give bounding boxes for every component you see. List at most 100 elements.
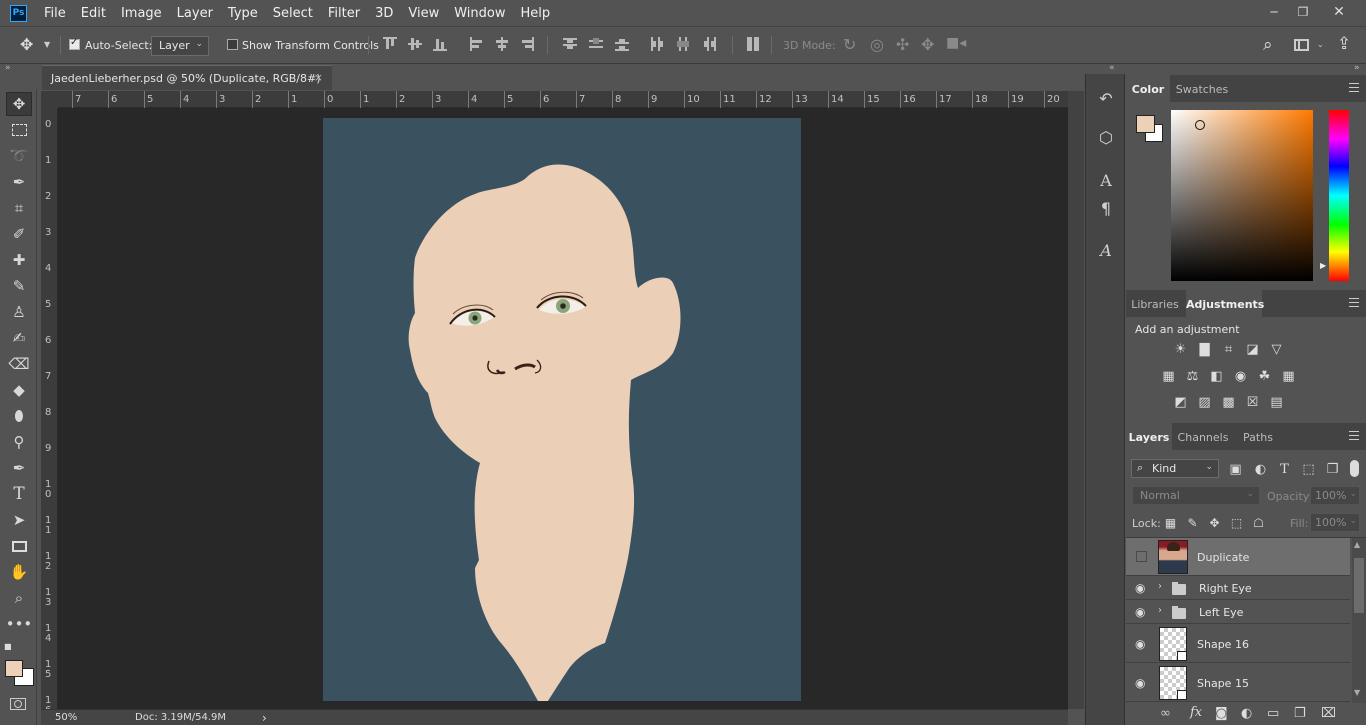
zoom-tool-icon[interactable]: ⌕ (6, 586, 32, 610)
menu-3d[interactable]: 3D (375, 6, 393, 21)
vibrance-icon[interactable]: ▽ (1268, 341, 1285, 357)
filter-pixel-icon[interactable]: ▣ (1227, 461, 1244, 477)
menu-window[interactable]: Window (454, 6, 505, 21)
paragraph-icon[interactable]: ¶ (1095, 197, 1117, 219)
layer-row-shape-16[interactable]: ◉ Shape 16 (1126, 625, 1350, 663)
new-adjustment-layer-icon[interactable]: ◐ (1241, 706, 1252, 721)
status-menu-arrow[interactable]: › (262, 711, 267, 725)
pen-tool-icon[interactable]: ✒ (6, 456, 32, 480)
chevron-right-icon[interactable]: › (1158, 581, 1162, 592)
link-layers-icon[interactable]: ∞ (1160, 706, 1171, 721)
color-balance-icon[interactable]: ⚖ (1184, 368, 1201, 384)
close-tab-icon[interactable]: × (314, 71, 323, 84)
layer-name[interactable]: Left Eye (1199, 606, 1243, 619)
layer-name[interactable]: Shape 16 (1197, 638, 1249, 651)
search-icon[interactable]: ⌕ (1263, 35, 1273, 55)
document-canvas[interactable] (323, 118, 801, 701)
scroll-up-icon[interactable]: ▲ (1354, 540, 1360, 549)
align-right-icon[interactable] (520, 37, 534, 51)
eraser-tool-icon[interactable]: ⌫ (6, 352, 32, 376)
lock-pixels-icon[interactable]: ✎ (1184, 515, 1201, 531)
lock-transparent-icon[interactable]: ▦ (1162, 515, 1179, 531)
auto-select-dropdown[interactable]: Layer ⌄ (151, 36, 209, 56)
photo-filter-icon[interactable]: ◉ (1232, 368, 1249, 384)
tab-swatches[interactable]: Swatches (1172, 75, 1232, 102)
opacity-field[interactable]: 100% ⌄ (1310, 486, 1360, 505)
layer-filter-kind-dropdown[interactable]: ⌕ Kind ⌄ (1131, 459, 1219, 478)
color-field[interactable] (1171, 110, 1313, 281)
visibility-toggle-empty[interactable] (1136, 551, 1147, 562)
more-tools-icon[interactable]: ••• (6, 612, 33, 636)
character-icon[interactable]: A (1095, 169, 1117, 191)
distribute-vertical-center-icon[interactable] (589, 37, 603, 51)
align-top-icon[interactable] (383, 37, 397, 51)
align-vertical-center-icon[interactable] (408, 37, 422, 51)
lock-all-icon[interactable]: ☖ (1250, 515, 1267, 531)
layer-row-shape-15[interactable]: ◉ Shape 15 (1126, 664, 1350, 702)
filter-smart-object-icon[interactable]: ❐ (1324, 461, 1341, 477)
3d-pan-icon[interactable]: ✣ (896, 35, 909, 54)
distribute-horizontal-center-icon[interactable] (676, 37, 690, 51)
eye-icon[interactable]: ◉ (1135, 638, 1149, 650)
restore-icon[interactable]: ❐ (1288, 2, 1318, 22)
align-bottom-icon[interactable] (433, 37, 447, 51)
menu-image[interactable]: Image (121, 6, 162, 21)
panel-menu-icon[interactable] (1349, 298, 1359, 307)
selective-color-icon[interactable]: ☒ (1244, 394, 1261, 410)
canvas-vertical-scrollbar[interactable] (1068, 91, 1084, 709)
move-tool-icon[interactable]: ✥ (6, 92, 32, 116)
lock-artboard-icon[interactable]: ⬚ (1228, 515, 1245, 531)
quick-mask-icon[interactable] (10, 698, 26, 710)
chevron-right-icon[interactable]: › (1158, 605, 1162, 616)
gradient-map-icon[interactable]: ▤ (1268, 394, 1285, 410)
posterize-icon[interactable]: ▨ (1196, 394, 1213, 410)
3d-orbit-icon[interactable]: ↻ (843, 35, 856, 54)
collapse-dock-icon[interactable]: « (1109, 63, 1115, 73)
rectangle-tool-icon[interactable] (6, 534, 32, 558)
tab-libraries[interactable]: Libraries (1126, 290, 1184, 317)
healing-brush-tool-icon[interactable]: ✚ (6, 248, 32, 272)
panel-menu-icon[interactable] (1349, 431, 1359, 440)
quick-selection-tool-icon[interactable]: ✒ (6, 170, 32, 194)
color-lookup-icon[interactable]: ▦ (1280, 368, 1297, 384)
layers-scrollbar[interactable]: ▲ ▼ (1352, 538, 1366, 703)
panel-menu-icon[interactable] (1349, 83, 1359, 92)
filter-toggle[interactable] (1350, 460, 1359, 477)
paint-bucket-tool-icon[interactable]: ◆ (6, 378, 32, 402)
distribute-bottom-icon[interactable] (615, 37, 629, 51)
tab-layers[interactable]: Layers (1126, 423, 1172, 450)
document-tab[interactable]: JaedenLieberher.psd @ 50% (Duplicate, RG… (42, 65, 332, 90)
auto-align-layers-icon[interactable] (746, 37, 760, 51)
distribute-left-icon[interactable] (650, 37, 664, 51)
hue-slider[interactable] (1329, 110, 1349, 281)
3d-scale-icon[interactable]: ■◂ (946, 35, 966, 51)
3d-slide-icon[interactable]: ✥ (921, 35, 934, 54)
layer-name[interactable]: Duplicate (1197, 551, 1249, 564)
3d-icon[interactable]: ⬡ (1095, 126, 1117, 148)
channel-mixer-icon[interactable]: ☘ (1256, 368, 1273, 384)
dodge-tool-icon[interactable]: ⚲ (6, 430, 32, 454)
color-panel-foreground-swatch[interactable] (1136, 115, 1155, 133)
blend-mode-dropdown[interactable]: Normal ⌄ (1132, 486, 1260, 505)
menu-filter[interactable]: Filter (328, 6, 360, 21)
layer-row-right-eye[interactable]: ◉ › Right Eye (1126, 577, 1350, 600)
layer-name[interactable]: Shape 15 (1197, 677, 1249, 690)
collapse-toolbar-icon[interactable]: » (5, 63, 11, 73)
share-icon[interactable]: ⇪ (1337, 34, 1351, 54)
menu-type[interactable]: Type (228, 6, 258, 21)
eye-icon[interactable]: ◉ (1135, 606, 1149, 618)
menu-select[interactable]: Select (273, 6, 313, 21)
distribute-top-icon[interactable] (563, 37, 577, 51)
fill-field[interactable]: 100% ⌄ (1310, 513, 1360, 532)
delete-layer-icon[interactable]: ⌧ (1321, 706, 1336, 721)
menu-edit[interactable]: Edit (81, 6, 106, 21)
exposure-icon[interactable]: ◪ (1244, 341, 1261, 357)
hand-tool-icon[interactable]: ✋ (6, 560, 32, 584)
align-horizontal-center-icon[interactable] (495, 37, 509, 51)
menu-help[interactable]: Help (521, 6, 551, 21)
distribute-right-icon[interactable] (702, 37, 716, 51)
zoom-level[interactable]: 50% (55, 712, 77, 723)
blur-tool-icon[interactable]: ⬮ (6, 404, 32, 428)
align-left-icon[interactable] (470, 37, 484, 51)
tab-paths[interactable]: Paths (1234, 423, 1282, 450)
